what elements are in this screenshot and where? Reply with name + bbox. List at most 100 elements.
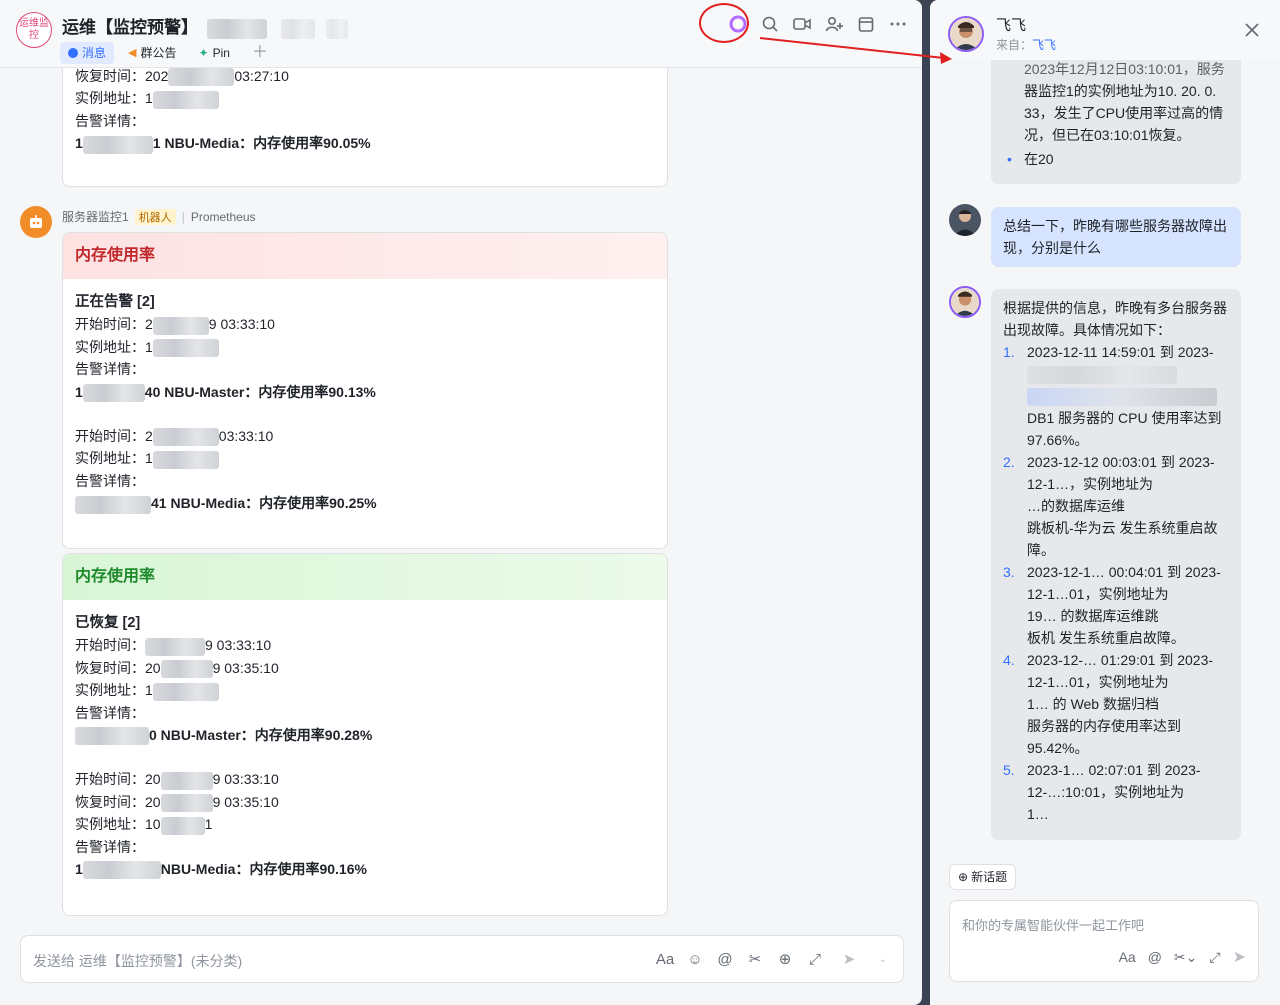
- mention-icon[interactable]: @: [715, 948, 735, 970]
- end-time-row: 恢复时间：20 9 03:35:10: [75, 657, 655, 679]
- message-line: 器监控1的实例地址为10. 20. 0.: [1024, 83, 1217, 99]
- user-avatar[interactable]: [949, 204, 981, 236]
- field-label: 恢复时间：: [75, 793, 145, 810]
- item-line: 2023-1… 02:07:01 到 2023-: [1027, 762, 1201, 778]
- field-value: 9 03:33:10: [208, 316, 275, 333]
- tab-label: 消息: [82, 46, 107, 60]
- add-tab-button[interactable]: ＋: [244, 42, 276, 64]
- redacted-block: [152, 682, 219, 701]
- more-button[interactable]: [886, 12, 910, 36]
- card-title: 内存使用率: [63, 233, 667, 279]
- item-line: DB1 服务器的 CPU 使用率达到: [1027, 410, 1222, 426]
- reply-item: 3. 2023-12-1… 00:04:01 到 2023- 12-1…01，实…: [1003, 561, 1229, 649]
- field-value: 20: [145, 793, 161, 810]
- field-value: 1: [75, 383, 83, 400]
- redacted-block: [152, 90, 219, 109]
- assistant-header: 飞飞 来自：飞飞: [930, 0, 1280, 60]
- group-title[interactable]: 运维【监控预警】: [62, 13, 349, 39]
- detail-value: 1 1 NBU-Media：内存使用率90.05%: [75, 132, 655, 154]
- mention-icon[interactable]: @: [1148, 949, 1162, 965]
- sender-info: 服务器监控1 机器人 | Prometheus: [62, 208, 256, 225]
- bot-avatar[interactable]: [20, 206, 52, 238]
- chat-header: 运维监控 运维【监控预警】 消息 ◀ 群公告 ✦ Pin ＋: [0, 0, 922, 68]
- item-line: 障。: [1027, 542, 1055, 558]
- address-row: 实例地址：1: [75, 679, 655, 701]
- format-text-icon[interactable]: Aa: [655, 948, 675, 970]
- add-member-button[interactable]: [822, 12, 846, 36]
- pin-icon: ✦: [198, 46, 209, 60]
- alert-card[interactable]: 恢复时间：202 03:27:10 实例地址：1 告警详情： 11 NBU-Med…: [62, 48, 668, 187]
- item-line: 12-1…，实例地址为: [1027, 476, 1154, 492]
- item-line: …的数据库运维: [1027, 498, 1125, 514]
- detail-label: 告警详情：: [75, 704, 145, 721]
- detail-label: 告警详情：: [75, 472, 145, 489]
- address-row: 实例地址：1: [75, 447, 655, 469]
- redacted-block: [145, 637, 205, 656]
- message-list: 恢复时间：202 03:27:10 实例地址：1 告警详情： 11 NBU-Med…: [0, 48, 922, 928]
- reply-item: 4. 2023-12-… 01:29:01 到 2023- 12-1…01，实例…: [1003, 649, 1229, 759]
- calendar-icon: [858, 17, 874, 32]
- address-row: 实例地址：1: [75, 87, 655, 109]
- search-button[interactable]: [758, 12, 782, 36]
- ai-assistant-button[interactable]: [699, 3, 750, 43]
- redacted-block: [160, 816, 205, 835]
- chevron-down-icon[interactable]: ⌄: [873, 948, 893, 970]
- message-source: Prometheus: [190, 209, 256, 224]
- person-avatar-icon: [950, 18, 982, 50]
- detail-label: 告警详情：: [75, 361, 145, 378]
- redacted-block: [206, 18, 267, 39]
- tab-announcement[interactable]: ◀ 群公告: [120, 42, 184, 64]
- format-text-icon[interactable]: Aa: [1119, 949, 1136, 965]
- close-icon[interactable]: [1244, 22, 1260, 38]
- field-value: 20: [145, 659, 161, 676]
- tab-messages[interactable]: 消息: [60, 42, 115, 64]
- scissors-icon[interactable]: ✂: [745, 948, 765, 970]
- expand-icon[interactable]: ⤢: [1209, 949, 1220, 966]
- emoji-icon[interactable]: ☺: [685, 948, 705, 970]
- assistant-input-placeholder[interactable]: 和你的专属智能伙伴一起工作吧: [962, 915, 1144, 934]
- field-value: 1: [145, 90, 153, 107]
- assistant-reply-avatar[interactable]: [949, 286, 981, 318]
- alert-card-firing[interactable]: 内存使用率 正在告警 [2] 开始时间：2 9 03:33:10 实例地址：1 告…: [62, 232, 668, 549]
- message-composer[interactable]: 发送给 运维【监控预警】(未分类) Aa ☺ @ ✂ ⊕ ⤢ ➤ ⌄: [20, 935, 904, 983]
- item-number: 1.: [1003, 344, 1015, 360]
- group-avatar[interactable]: 运维监控: [16, 12, 52, 48]
- redacted-block: [152, 339, 219, 358]
- assistant-source: 来自：飞飞: [996, 36, 1056, 53]
- add-circle-icon[interactable]: ⊕: [775, 948, 795, 970]
- item-line: 19… 的数据库运维跳: [1027, 608, 1159, 624]
- video-call-button[interactable]: [790, 12, 814, 36]
- field-label: 开始时间：: [75, 428, 145, 445]
- message-line: 况，但已在03:10:01恢复。: [1024, 127, 1191, 143]
- assistant-input[interactable]: 和你的专属智能伙伴一起工作吧 Aa @ ✂⌄ ⤢ ➤: [949, 900, 1259, 982]
- field-label: 开始时间：: [75, 771, 145, 788]
- send-icon[interactable]: ➤: [835, 948, 863, 970]
- address-row: 实例地址：10 1: [75, 813, 655, 835]
- send-icon[interactable]: ➤: [1233, 947, 1246, 967]
- item-line: 2023-12-1… 00:04:01 到 2023-: [1027, 564, 1221, 580]
- start-time-row: 开始时间：2 9 03:33:10: [75, 313, 655, 335]
- scissors-icon[interactable]: ✂⌄: [1174, 949, 1197, 966]
- tab-pin[interactable]: ✦ Pin: [191, 42, 238, 64]
- redacted-block: [160, 794, 213, 813]
- from-label: 来自：: [996, 38, 1033, 52]
- redacted-block: [168, 68, 235, 87]
- message-line: 33，发生了CPU使用率过高的情: [1024, 105, 1224, 121]
- detail-value: 1 NBU-Media：内存使用率90.16%: [75, 858, 655, 880]
- detail-value: 41 NBU-Media：内存使用率90.25%: [75, 492, 655, 514]
- redacted-block: [160, 771, 213, 790]
- redacted-block: [152, 428, 219, 447]
- person-avatar-icon: [949, 204, 981, 236]
- expand-icon[interactable]: ⤢: [805, 948, 825, 970]
- new-topic-button[interactable]: ⊕ 新话题: [949, 864, 1017, 890]
- item-line: [1027, 363, 1229, 385]
- assistant-avatar[interactable]: [948, 16, 984, 52]
- sender-name[interactable]: 服务器监控1: [62, 208, 129, 225]
- redacted-block: [160, 660, 213, 679]
- field-value: 03:27:10: [234, 68, 289, 84]
- alert-card-resolved[interactable]: 内存使用率 已恢复 [2] 开始时间： 9 03:33:10 恢复时间：20 9 0…: [62, 553, 668, 916]
- composer-placeholder[interactable]: 发送给 运维【监控预警】(未分类): [33, 951, 242, 971]
- from-link[interactable]: 飞飞: [1032, 38, 1056, 52]
- calendar-button[interactable]: [854, 12, 878, 36]
- card-title: 内存使用率: [63, 554, 667, 600]
